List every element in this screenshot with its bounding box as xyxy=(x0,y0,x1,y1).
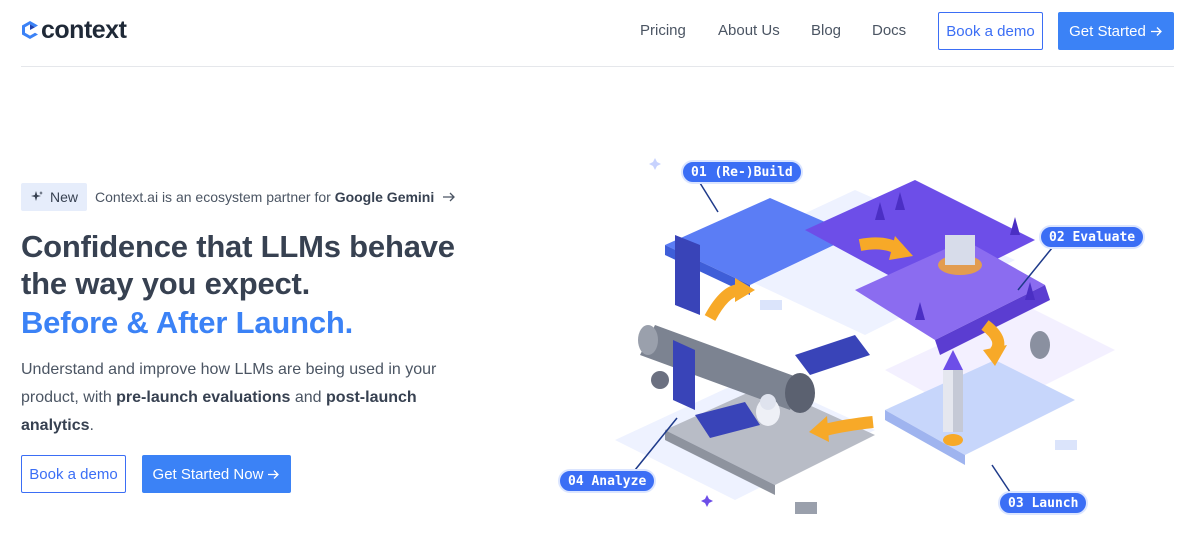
hero-description: Understand and improve how LLMs are bein… xyxy=(21,356,491,440)
hero-book-demo-button[interactable]: Book a demo xyxy=(21,455,126,493)
hero-headline-line2: the way you expect. xyxy=(21,266,311,301)
stage-label-rebuild: 01 (Re-)Build xyxy=(681,160,803,184)
desc-part2: and xyxy=(290,389,327,406)
hero-get-started-label: Get Started Now xyxy=(152,465,264,483)
get-started-button[interactable]: Get Started xyxy=(1058,12,1174,50)
landing-page: context Pricing About Us Blog Docs Book … xyxy=(0,0,1183,548)
announcement-highlight: Google Gemini xyxy=(334,189,435,205)
desc-part3: . xyxy=(89,417,94,434)
stage-label-launch: 03 Launch xyxy=(998,491,1089,515)
arrow-right-icon xyxy=(443,192,456,202)
nav-link-pricing[interactable]: Pricing xyxy=(640,22,686,40)
brand-name: context xyxy=(41,16,127,44)
hero-headline-accent: Before & After Launch. xyxy=(21,305,354,340)
announcement-text-main: Context.ai is an ecosystem partner for xyxy=(95,189,335,205)
hero-get-started-button[interactable]: Get Started Now xyxy=(142,455,291,493)
logo[interactable]: context xyxy=(21,16,127,44)
book-demo-button[interactable]: Book a demo xyxy=(938,12,1043,50)
nav-link-docs[interactable]: Docs xyxy=(872,22,906,40)
arrow-right-icon xyxy=(268,469,280,479)
stage-label-evaluate: 02 Evaluate xyxy=(1039,225,1146,249)
new-badge-label: New xyxy=(50,189,79,205)
hero-headline: Confidence that LLMs behave the way you … xyxy=(21,228,501,302)
get-started-label: Get Started xyxy=(1069,22,1146,40)
sparkle-icon xyxy=(31,191,43,201)
stage-label-analyze: 04 Analyze xyxy=(558,469,657,493)
new-badge: New xyxy=(21,183,88,211)
nav-link-about-us[interactable]: About Us xyxy=(718,22,780,40)
announcement-bar[interactable]: New Context.ai is an ecosystem partner f… xyxy=(21,183,456,211)
desc-bold1: pre-launch evaluations xyxy=(116,389,291,406)
hero-headline-line1: Confidence that LLMs behave xyxy=(21,229,455,264)
arrow-right-icon xyxy=(1150,26,1162,36)
context-logo-icon xyxy=(22,21,38,39)
site-header: context Pricing About Us Blog Docs Book … xyxy=(21,0,1174,67)
lifecycle-illustration: 01 (Re-)Build 02 Evaluate 03 Launch 04 A… xyxy=(555,140,1183,548)
announcement-text: Context.ai is an ecosystem partner for G… xyxy=(95,189,434,205)
nav-link-blog[interactable]: Blog xyxy=(811,22,841,40)
